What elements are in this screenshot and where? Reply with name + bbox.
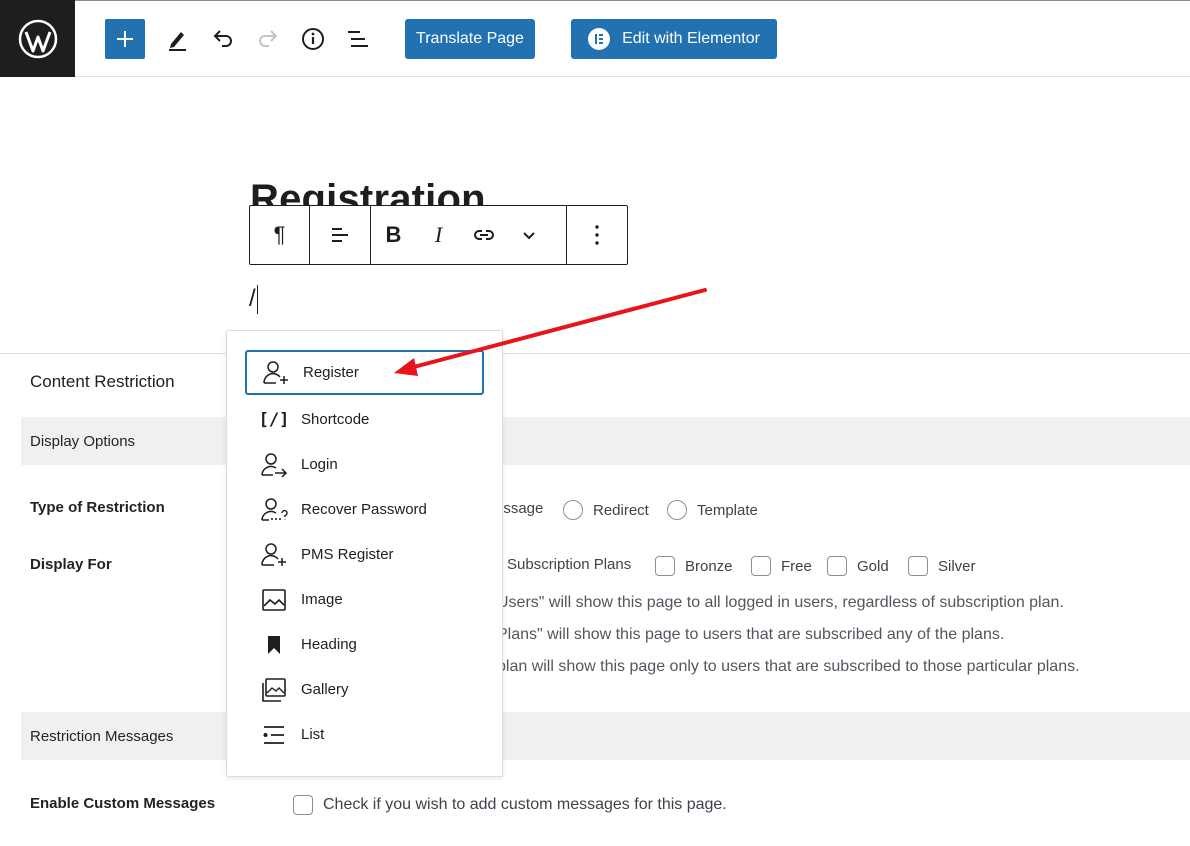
link-button[interactable] [461,206,506,264]
editor-top-bar: Translate Page Edit with Elementor [0,0,1190,77]
edit-with-elementor-button[interactable]: Edit with Elementor [571,19,777,59]
inserter-item-pms-register[interactable]: PMS Register [245,532,484,577]
undo-icon [213,30,232,47]
template-radio[interactable] [667,500,687,520]
pencil-icon [169,32,186,51]
display-for-description-2: Plans" will show this page to users that… [497,626,1005,643]
user-plus-icon [259,540,289,570]
add-block-button[interactable] [105,19,145,59]
display-for-subscription-plans[interactable]: Subscription Plans [507,556,631,573]
info-icon [302,28,324,50]
inserter-item-list[interactable]: List [245,712,484,757]
inserter-item-gallery[interactable]: Gallery [245,667,484,712]
display-for-silver[interactable]: Silver [908,556,976,576]
meta-box-title[interactable]: Content Restriction [30,372,175,392]
display-options-heading: Display Options [30,433,136,450]
list-icon [259,720,289,750]
redirect-radio[interactable] [563,500,583,520]
inserter-item-recover-password[interactable]: Recover Password [245,487,484,532]
inserter-item-label: List [301,726,325,743]
inserter-item-image[interactable]: Image [245,577,484,622]
shortcode-icon: [/] [258,409,290,430]
plus-icon [117,31,133,47]
paragraph-block-button[interactable]: ¶ [250,206,309,264]
paragraph-block-text[interactable]: / [249,284,256,314]
chevron-down-icon [522,232,535,240]
tools-button[interactable] [160,19,196,59]
page-title[interactable]: Registration [250,176,486,206]
paragraph-icon: ¶ [273,222,286,247]
block-toolbar: ¶ B I [249,205,628,265]
option-label: Template [697,501,758,519]
more-vertical-icon [595,225,599,245]
bookmark-icon [259,630,289,660]
option-label: Redirect [593,501,649,519]
bold-icon: B [385,222,402,247]
restriction-type-template-option[interactable]: Template [667,500,758,520]
wordpress-logo-icon[interactable] [0,0,75,77]
inserter-item-label: Shortcode [301,411,370,428]
custom-messages-option[interactable]: Check if you wish to add custom messages… [293,795,727,815]
undo-button[interactable] [205,19,241,59]
inserter-item-label: Gallery [301,681,349,698]
gallery-icon [259,675,289,705]
user-login-icon [259,450,289,480]
inserter-item-label: Login [301,456,338,473]
block-options-button[interactable] [567,206,627,264]
redo-button[interactable] [250,19,286,59]
display-for-description-1: Users" will show this page to all logged… [497,594,1064,611]
link-icon [473,230,494,240]
inserter-item-label: Image [301,591,343,608]
translate-page-button[interactable]: Translate Page [405,19,535,59]
user-recover-icon [259,495,289,525]
inserter-item-label: Register [303,364,359,381]
list-view-button[interactable] [340,19,376,59]
image-icon [259,585,289,615]
restriction-type-redirect-option[interactable]: Redirect [563,500,649,520]
restriction-messages-section: Restriction Messages [21,712,1190,760]
inserter-item-login[interactable]: Login [245,442,484,487]
option-label: Free [781,557,812,575]
italic-button[interactable]: I [416,206,461,264]
restriction-messages-heading: Restriction Messages [30,728,174,745]
display-for-bronze[interactable]: Bronze [655,556,733,576]
silver-checkbox[interactable] [908,556,928,576]
display-for-description-3: plan will show this page only to users t… [497,658,1080,675]
enable-custom-messages-label: Enable Custom Messages [30,795,216,812]
align-button[interactable] [310,206,370,264]
display-for-label: Display For [30,556,112,573]
display-options-section: Display Options [21,417,1190,465]
bronze-checkbox[interactable] [655,556,675,576]
details-button[interactable] [295,19,331,59]
option-label: Subscription Plans [507,556,632,573]
meta-box-divider [0,353,1190,354]
user-plus-icon [261,358,291,388]
display-for-free[interactable]: Free [751,556,812,576]
inserter-item-label: Recover Password [301,501,427,518]
redo-icon [259,30,278,47]
inserter-item-shortcode[interactable]: [/] Shortcode [245,397,484,442]
free-checkbox[interactable] [751,556,771,576]
inserter-item-heading[interactable]: Heading [245,622,484,667]
custom-messages-checkbox[interactable] [293,795,313,815]
italic-icon: I [434,222,443,247]
slash-block-inserter: Register [/] Shortcode Login Recover Pas… [226,330,503,777]
display-for-gold[interactable]: Gold [827,556,889,576]
text-caret [257,285,258,314]
inserter-item-label: PMS Register [301,546,394,563]
inserter-item-label: Heading [301,636,357,653]
type-of-restriction-label: Type of Restriction [30,499,165,516]
bold-button[interactable]: B [371,206,416,264]
gold-checkbox[interactable] [827,556,847,576]
inserter-item-register[interactable]: Register [245,350,484,395]
elementor-icon [588,28,611,50]
list-view-icon [348,31,368,47]
custom-messages-text: Check if you wish to add custom messages… [323,796,727,813]
option-label: Gold [857,557,889,575]
align-left-icon [332,228,348,242]
option-label: Silver [938,557,976,575]
elementor-button-label: Edit with Elementor [622,30,760,47]
more-formats-button[interactable] [506,206,551,264]
option-label: Bronze [685,557,733,575]
